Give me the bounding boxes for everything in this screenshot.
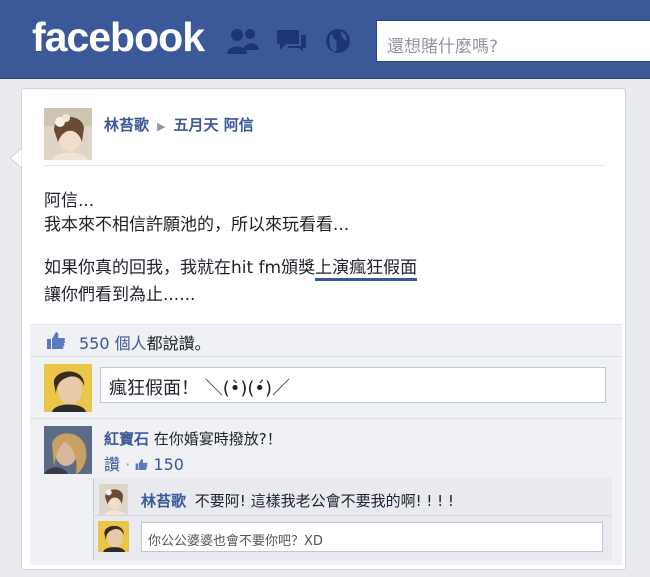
friend-requests-icon[interactable] bbox=[226, 26, 260, 56]
comment-input[interactable]: 瘋狂假面！ ＼(•̀)(•́)／ bbox=[100, 367, 606, 403]
comment-like-link[interactable]: 讚 bbox=[104, 455, 120, 474]
messages-icon[interactable] bbox=[274, 26, 308, 56]
reply-text: 不要阿! 這樣我老公會不要我的啊! ! ! ! bbox=[194, 492, 454, 510]
commenter-name[interactable]: 紅寶石 bbox=[104, 430, 149, 448]
reply-author-name[interactable]: 林苔歌 bbox=[141, 492, 186, 510]
comment-body: 紅寶石 在你婚宴時撥放?！ bbox=[104, 428, 282, 449]
likes-suffix: 都說讚。 bbox=[146, 334, 211, 353]
card-pointer bbox=[10, 148, 24, 168]
facebook-logo[interactable]: facebook bbox=[32, 14, 205, 61]
comment-text: 在你婚宴時撥放?！ bbox=[153, 430, 282, 448]
post-line-2: 我本來不相信許願池的，所以來玩看看... bbox=[44, 215, 350, 235]
search-input[interactable]: 還想賭什麼嗎? bbox=[376, 20, 650, 62]
reply-body: 林苔歌 不要阿! 這樣我老公會不要我的啊! ! ! ! bbox=[141, 490, 454, 511]
post-line-3: 如果你真的回我，我就在hit fm頒獎上演瘋狂假面 bbox=[44, 256, 418, 281]
reply-divider bbox=[93, 515, 611, 516]
reply-input-value: 你公公婆婆也會不要你吧？XD bbox=[148, 534, 323, 549]
viewer-avatar[interactable] bbox=[44, 364, 92, 412]
post-link[interactable]: 上演瘋狂假面 bbox=[315, 258, 418, 281]
comment-divider bbox=[30, 418, 622, 419]
reply-input[interactable]: 你公公婆婆也會不要你吧？XD bbox=[141, 522, 603, 552]
search-placeholder: 還想賭什麼嗎? bbox=[387, 37, 499, 57]
author-name[interactable]: 林苔歌 bbox=[104, 116, 149, 134]
post-line-3-text: 如果你真的回我，我就在hit fm頒獎 bbox=[44, 258, 316, 278]
reply-author-avatar[interactable] bbox=[98, 484, 129, 515]
comment-input-value: 瘋狂假面！ ＼(•̀)(•́)／ bbox=[109, 378, 291, 399]
comment-like-count[interactable]: 150 bbox=[153, 455, 184, 474]
post-line-4: 讓你們看到為止...... bbox=[44, 285, 196, 305]
comment-meta-dot: · bbox=[125, 455, 131, 474]
likes-count[interactable]: 550 個人 bbox=[79, 334, 147, 353]
target-name[interactable]: 五月天 阿信 bbox=[173, 116, 253, 134]
post-header: 林苔歌 ▶ 五月天 阿信 bbox=[104, 114, 254, 135]
comment-actions: 讚 · 150 bbox=[104, 451, 184, 475]
reply-viewer-avatar[interactable] bbox=[98, 521, 129, 552]
author-avatar[interactable] bbox=[44, 108, 92, 160]
post-line-1: 阿信... bbox=[44, 191, 95, 211]
commenter-avatar[interactable] bbox=[44, 426, 92, 474]
top-bar: facebook 還想賭什麼嗎? bbox=[0, 0, 650, 79]
comment-thumbs-up-icon bbox=[135, 458, 148, 471]
likes-divider bbox=[30, 356, 622, 357]
notifications-globe-icon[interactable] bbox=[322, 26, 356, 56]
arrow-right-icon: ▶ bbox=[157, 120, 166, 133]
header-divider bbox=[44, 165, 605, 166]
likes-summary: 550 個人都說讚。 bbox=[45, 330, 211, 354]
